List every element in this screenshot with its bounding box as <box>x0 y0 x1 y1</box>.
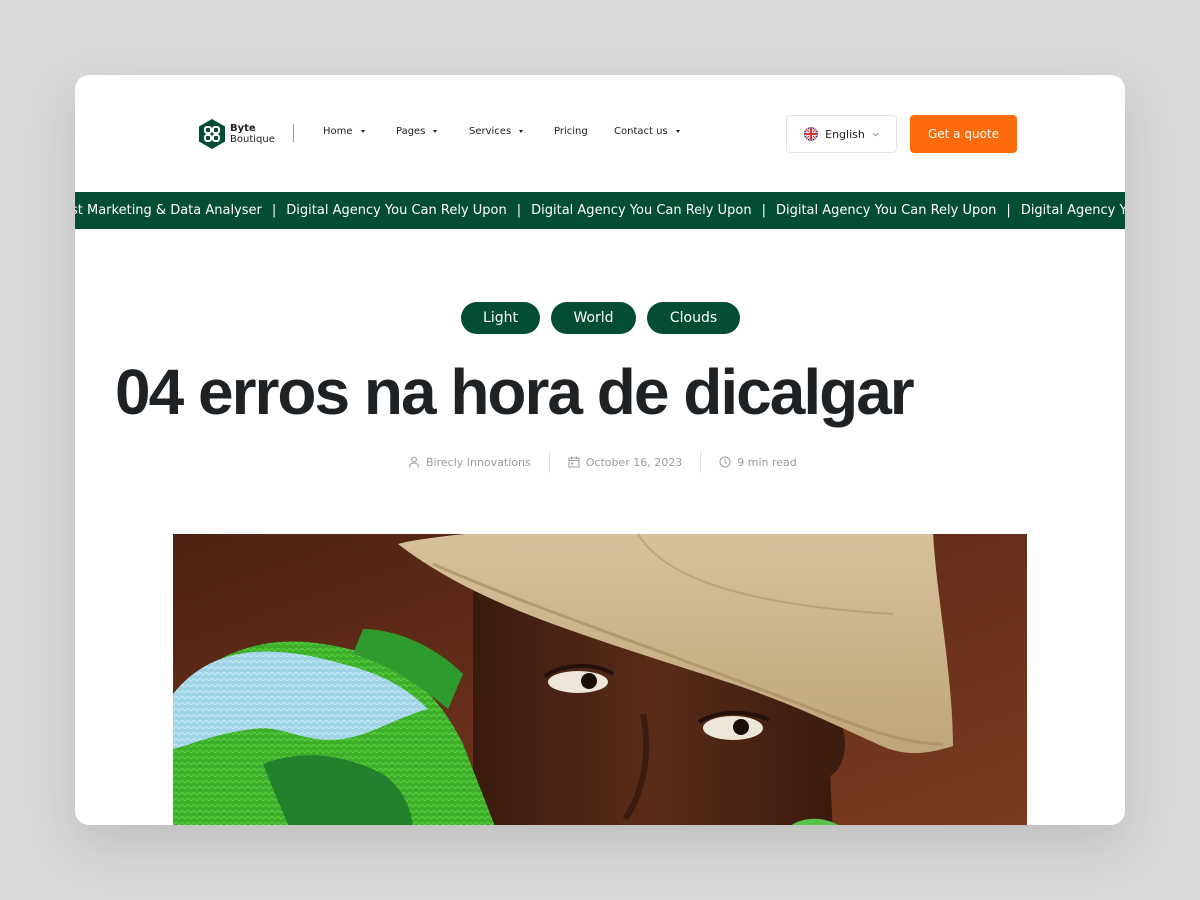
marquee-separator: | <box>1006 203 1011 218</box>
nav-item-label: Home <box>323 126 353 137</box>
nav-item-label: Pricing <box>554 126 588 137</box>
site-header: Byte Boutique Home Pages Services Pricin… <box>75 75 1125 193</box>
post-date: October 16, 2023 <box>585 455 683 469</box>
author-name: Birecly Innovations <box>426 455 531 469</box>
logo-text: Byte Boutique <box>230 123 275 145</box>
meta-divider <box>700 451 702 473</box>
post-tags: Light World Clouds <box>461 302 740 334</box>
marquee-item: Digital Agency You Can Rely Upon <box>775 203 997 218</box>
nav-item-pages[interactable]: Pages <box>396 126 469 137</box>
caret-down-icon <box>675 130 680 133</box>
portrait-illustration <box>173 534 1027 825</box>
meta-read-time: 9 min read <box>719 456 797 469</box>
get-quote-button[interactable]: Get a quote <box>910 115 1017 153</box>
marquee-separator: | <box>271 203 277 218</box>
browser-card: Byte Boutique Home Pages Services Pricin… <box>75 75 1125 825</box>
marquee-item: Digital Agency You Can Rely Upon <box>531 203 752 218</box>
meta-author[interactable]: Birecly Innovations <box>408 456 531 469</box>
language-selector[interactable]: English <box>786 115 897 153</box>
logo-line-2: Boutique <box>230 134 275 145</box>
user-icon <box>409 456 419 468</box>
marquee-item: Digital Agency You Can Re <box>1020 203 1125 218</box>
nav-item-label: Pages <box>396 126 426 137</box>
post-meta: Birecly Innovations October 16, 2023 9 m… <box>408 450 797 474</box>
chevron-down-icon <box>872 132 879 136</box>
caret-down-icon <box>433 130 438 133</box>
nav-item-services[interactable]: Services <box>469 126 554 137</box>
caret-down-icon <box>360 130 365 133</box>
logo-line-1: Byte <box>230 123 256 134</box>
calendar-icon <box>568 456 580 468</box>
tag-world[interactable]: World <box>551 302 636 334</box>
marquee-track: est Marketing & Data Analyser | Digital … <box>75 192 1125 229</box>
marquee-item: Digital Agency You Can Rely Upon <box>286 203 507 218</box>
logo[interactable]: Byte Boutique <box>197 118 275 150</box>
tag-clouds[interactable]: Clouds <box>647 302 740 334</box>
meta-date: October 16, 2023 <box>568 455 683 469</box>
featured-image <box>173 534 1027 825</box>
clock-icon <box>719 456 731 468</box>
nav-item-contact[interactable]: Contact us <box>614 126 680 137</box>
caret-down-icon <box>519 130 524 133</box>
language-label: English <box>825 127 865 141</box>
post-title: 04 erros na hora de dicalgar <box>115 356 915 428</box>
marquee-separator: | <box>516 203 522 218</box>
marquee-separator: | <box>761 203 766 218</box>
header-divider <box>293 124 294 142</box>
marquee-banner: est Marketing & Data Analyser | Digital … <box>75 192 1125 229</box>
hexagon-logo-icon <box>199 119 225 149</box>
meta-divider <box>548 451 550 473</box>
tag-light[interactable]: Light <box>461 302 540 334</box>
nav-item-label: Contact us <box>614 126 668 137</box>
main-nav: Home Pages Services Pricing Contact us <box>323 126 680 137</box>
nav-item-label: Services <box>469 126 512 137</box>
nav-item-home[interactable]: Home <box>323 126 396 137</box>
read-time: 9 min read <box>737 455 797 469</box>
marquee-item: est Marketing & Data Analyser <box>75 203 262 218</box>
uk-flag-icon <box>804 127 819 141</box>
nav-item-pricing[interactable]: Pricing <box>554 126 614 137</box>
